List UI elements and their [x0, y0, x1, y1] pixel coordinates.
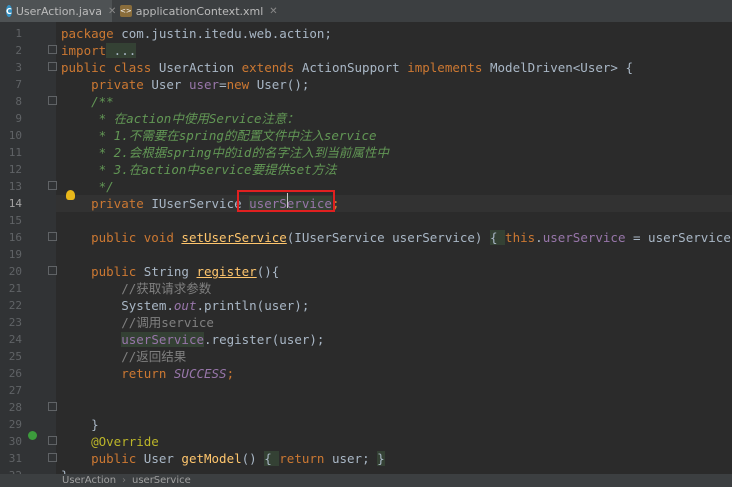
- line-number: 22: [8, 299, 22, 312]
- xml-file-icon: <>: [120, 5, 132, 17]
- line-number: 25: [8, 350, 22, 363]
- tab-label: applicationContext.xml: [135, 4, 264, 18]
- code-line-26: return SUCCESS;: [61, 366, 235, 381]
- code-line-31: public User getModel() { return user; }: [61, 451, 385, 466]
- line-number: 12: [8, 163, 22, 176]
- line-number: 30: [8, 435, 22, 448]
- code-line-3: public class UserAction extends ActionSu…: [61, 60, 633, 75]
- line-number: 24: [8, 333, 22, 346]
- code-line-12: * 3.在action中service要提供set方法: [61, 162, 337, 177]
- line-number: 26: [8, 367, 22, 380]
- close-icon[interactable]: ✕: [269, 6, 277, 17]
- code-line-29: }: [61, 417, 99, 432]
- code-line-24: userService.register(user);: [121, 332, 325, 347]
- selection-highlight-box: [237, 190, 335, 212]
- code-line-8: /**: [61, 94, 114, 109]
- line-number: 16: [8, 231, 22, 244]
- code-line-30: @Override: [61, 434, 159, 449]
- line-number: 3: [15, 61, 22, 74]
- line-number: 27: [8, 384, 22, 397]
- breadcrumb: UserAction › userService: [0, 474, 732, 487]
- code-line-7: private User user=new User();: [61, 77, 310, 92]
- code-line-21: //获取请求参数: [61, 281, 212, 296]
- text-cursor: [287, 193, 288, 208]
- code-line-1: package com.justin.itedu.web.action;: [61, 26, 332, 41]
- chevron-right-icon: ›: [122, 475, 126, 486]
- line-number: 29: [8, 418, 22, 431]
- line-number: 28: [8, 401, 22, 414]
- line-number: 19: [8, 248, 22, 261]
- line-number: 13: [8, 180, 22, 193]
- line-number: 9: [15, 112, 22, 125]
- line-number: 31: [8, 452, 22, 465]
- code-line-10: * 1.不需要在spring的配置文件中注入service: [61, 128, 377, 143]
- code-line-16: public void setUserService(IUserService …: [61, 230, 732, 245]
- line-number: 11: [8, 146, 22, 159]
- breadcrumb-field[interactable]: userService: [132, 474, 191, 487]
- line-number: 8: [15, 95, 22, 108]
- tab-useraction-java[interactable]: C UserAction.java ✕: [0, 0, 116, 22]
- line-number-current: 14: [8, 197, 22, 210]
- java-class-icon: C: [6, 5, 12, 17]
- code-line-20: public String register(){: [61, 264, 280, 279]
- override-marker-icon[interactable]: [28, 431, 37, 440]
- code-line-2: import ...: [61, 43, 137, 58]
- code-editor[interactable]: package com.justin.itedu.web.action; imp…: [56, 22, 732, 474]
- line-number: 15: [8, 214, 22, 227]
- tab-label: UserAction.java: [15, 4, 102, 18]
- tab-applicationcontext-xml[interactable]: <> applicationContext.xml ✕: [114, 0, 278, 22]
- code-line-32: }: [61, 467, 69, 474]
- line-number: 7: [15, 78, 22, 91]
- lightbulb-icon[interactable]: [66, 190, 75, 200]
- line-number: 21: [8, 282, 22, 295]
- code-line-25: //返回结果: [61, 349, 187, 364]
- line-number: 1: [15, 27, 22, 40]
- code-line-23: //调用service: [61, 315, 214, 330]
- breadcrumb-class[interactable]: UserAction: [62, 474, 116, 487]
- line-number: 10: [8, 129, 22, 142]
- line-number: 20: [8, 265, 22, 278]
- code-line-22: System.out.println(user);: [61, 298, 310, 313]
- code-line-11: * 2.会根据spring中的id的名字注入到当前属性中: [61, 145, 389, 160]
- line-number: 23: [8, 316, 22, 329]
- code-line-9: * 在action中使用Service注意：: [61, 111, 300, 126]
- line-number: 2: [15, 44, 22, 57]
- editor-tab-bar: C UserAction.java ✕ <> applicationContex…: [0, 0, 732, 23]
